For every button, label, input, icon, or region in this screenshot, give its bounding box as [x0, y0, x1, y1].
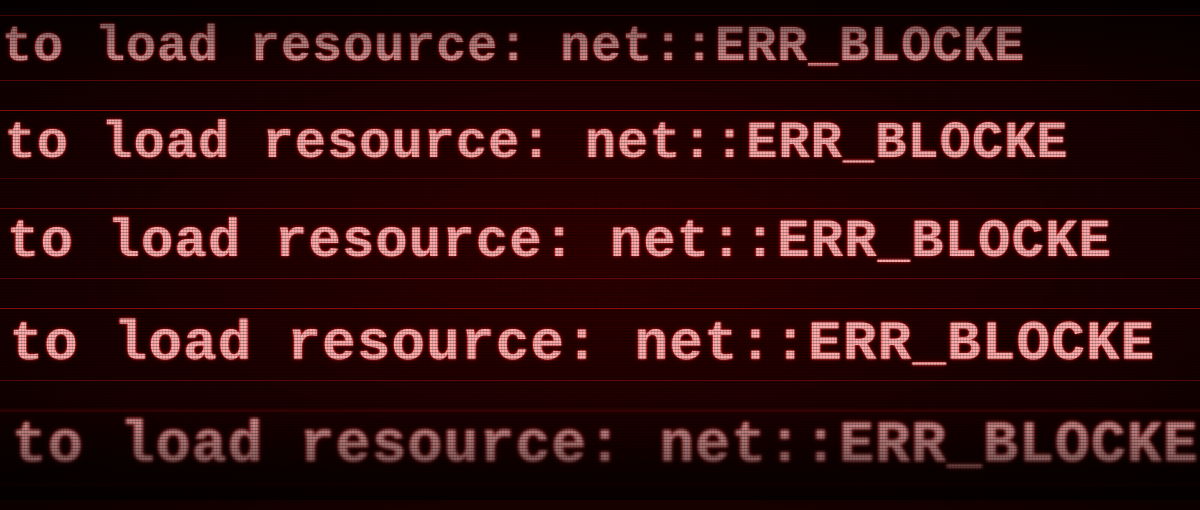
console-error-line: d to load resource: net::ERR_BLOCKE	[0, 15, 1200, 82]
console-error-line: d to load resource: net::ERR_BLOCKE	[0, 110, 1200, 179]
error-console: d to load resource: net::ERR_BLOCKE d to…	[0, 0, 1200, 510]
console-error-line: d to load resource: net::ERR_BLOCKE	[0, 308, 1200, 381]
console-error-line: d to load resource: net::ERR_BLOCKE	[0, 208, 1200, 279]
console-error-line: d to load resource: net::ERR_BLOCKE	[0, 410, 1200, 485]
